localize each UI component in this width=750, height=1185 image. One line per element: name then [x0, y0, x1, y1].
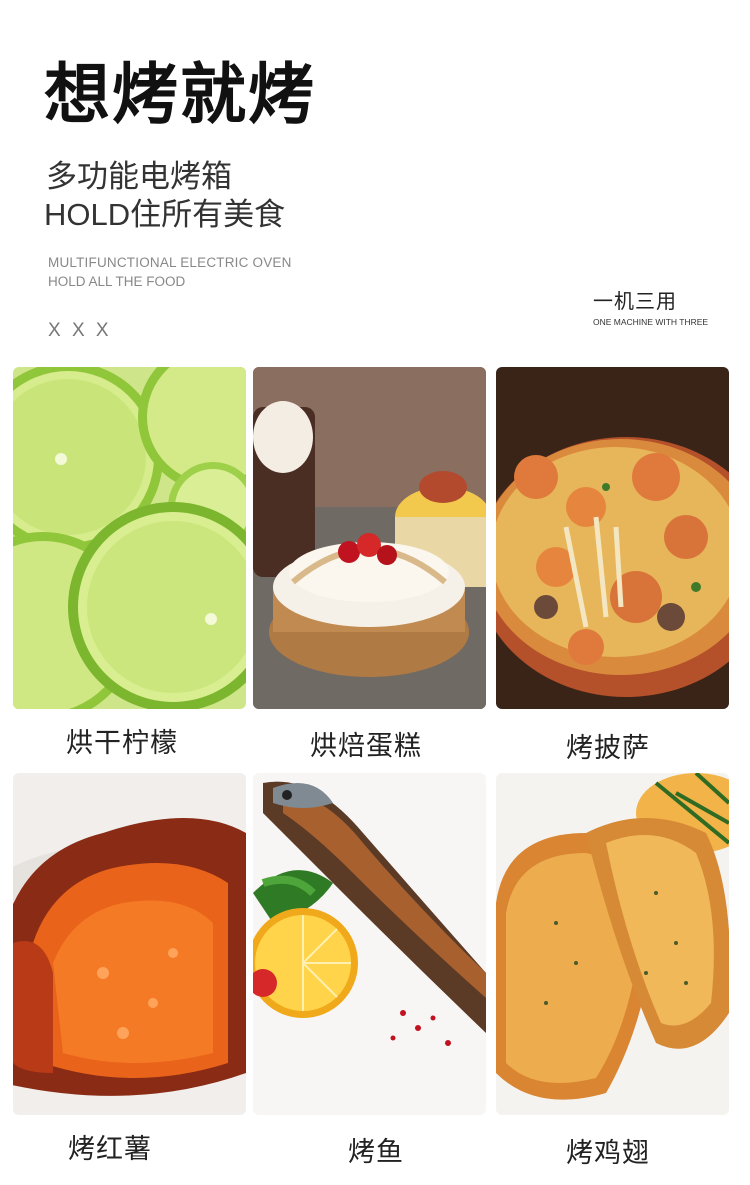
sweet-potato-photo: [13, 773, 246, 1115]
english-tagline-2: HOLD ALL THE FOOD: [48, 274, 186, 289]
caption-bake-cake: 烘焙蛋糕: [310, 731, 422, 762]
grilled-fish-photo: [253, 773, 486, 1115]
tart-cake-photo: [253, 367, 486, 709]
caption-bake-pizza: 烤披萨: [566, 733, 650, 764]
subtitle-line-2: HOLD住所有美食: [44, 197, 286, 232]
pizza-photo: [496, 367, 729, 709]
caption-grill-fish: 烤鱼: [348, 1137, 404, 1168]
caption-dry-lemon: 烘干柠檬: [66, 728, 178, 759]
caption-roast-sweet-potato: 烤红薯: [68, 1134, 152, 1165]
lime-slices-photo: [13, 367, 246, 709]
subtitle-line-1: 多功能电烤箱: [46, 159, 232, 195]
placeholder-mark: X X X: [48, 320, 112, 341]
caption-roast-chicken-wings: 烤鸡翅: [566, 1138, 650, 1169]
side-note-en: ONE MACHINE WITH THREE: [593, 317, 709, 327]
side-note-cn: 一机三用: [593, 289, 677, 313]
english-tagline-1: MULTIFUNCTIONAL ELECTRIC OVEN: [48, 255, 292, 270]
page-title: 想烤就烤: [44, 56, 316, 133]
chicken-wings-photo: [496, 773, 729, 1115]
